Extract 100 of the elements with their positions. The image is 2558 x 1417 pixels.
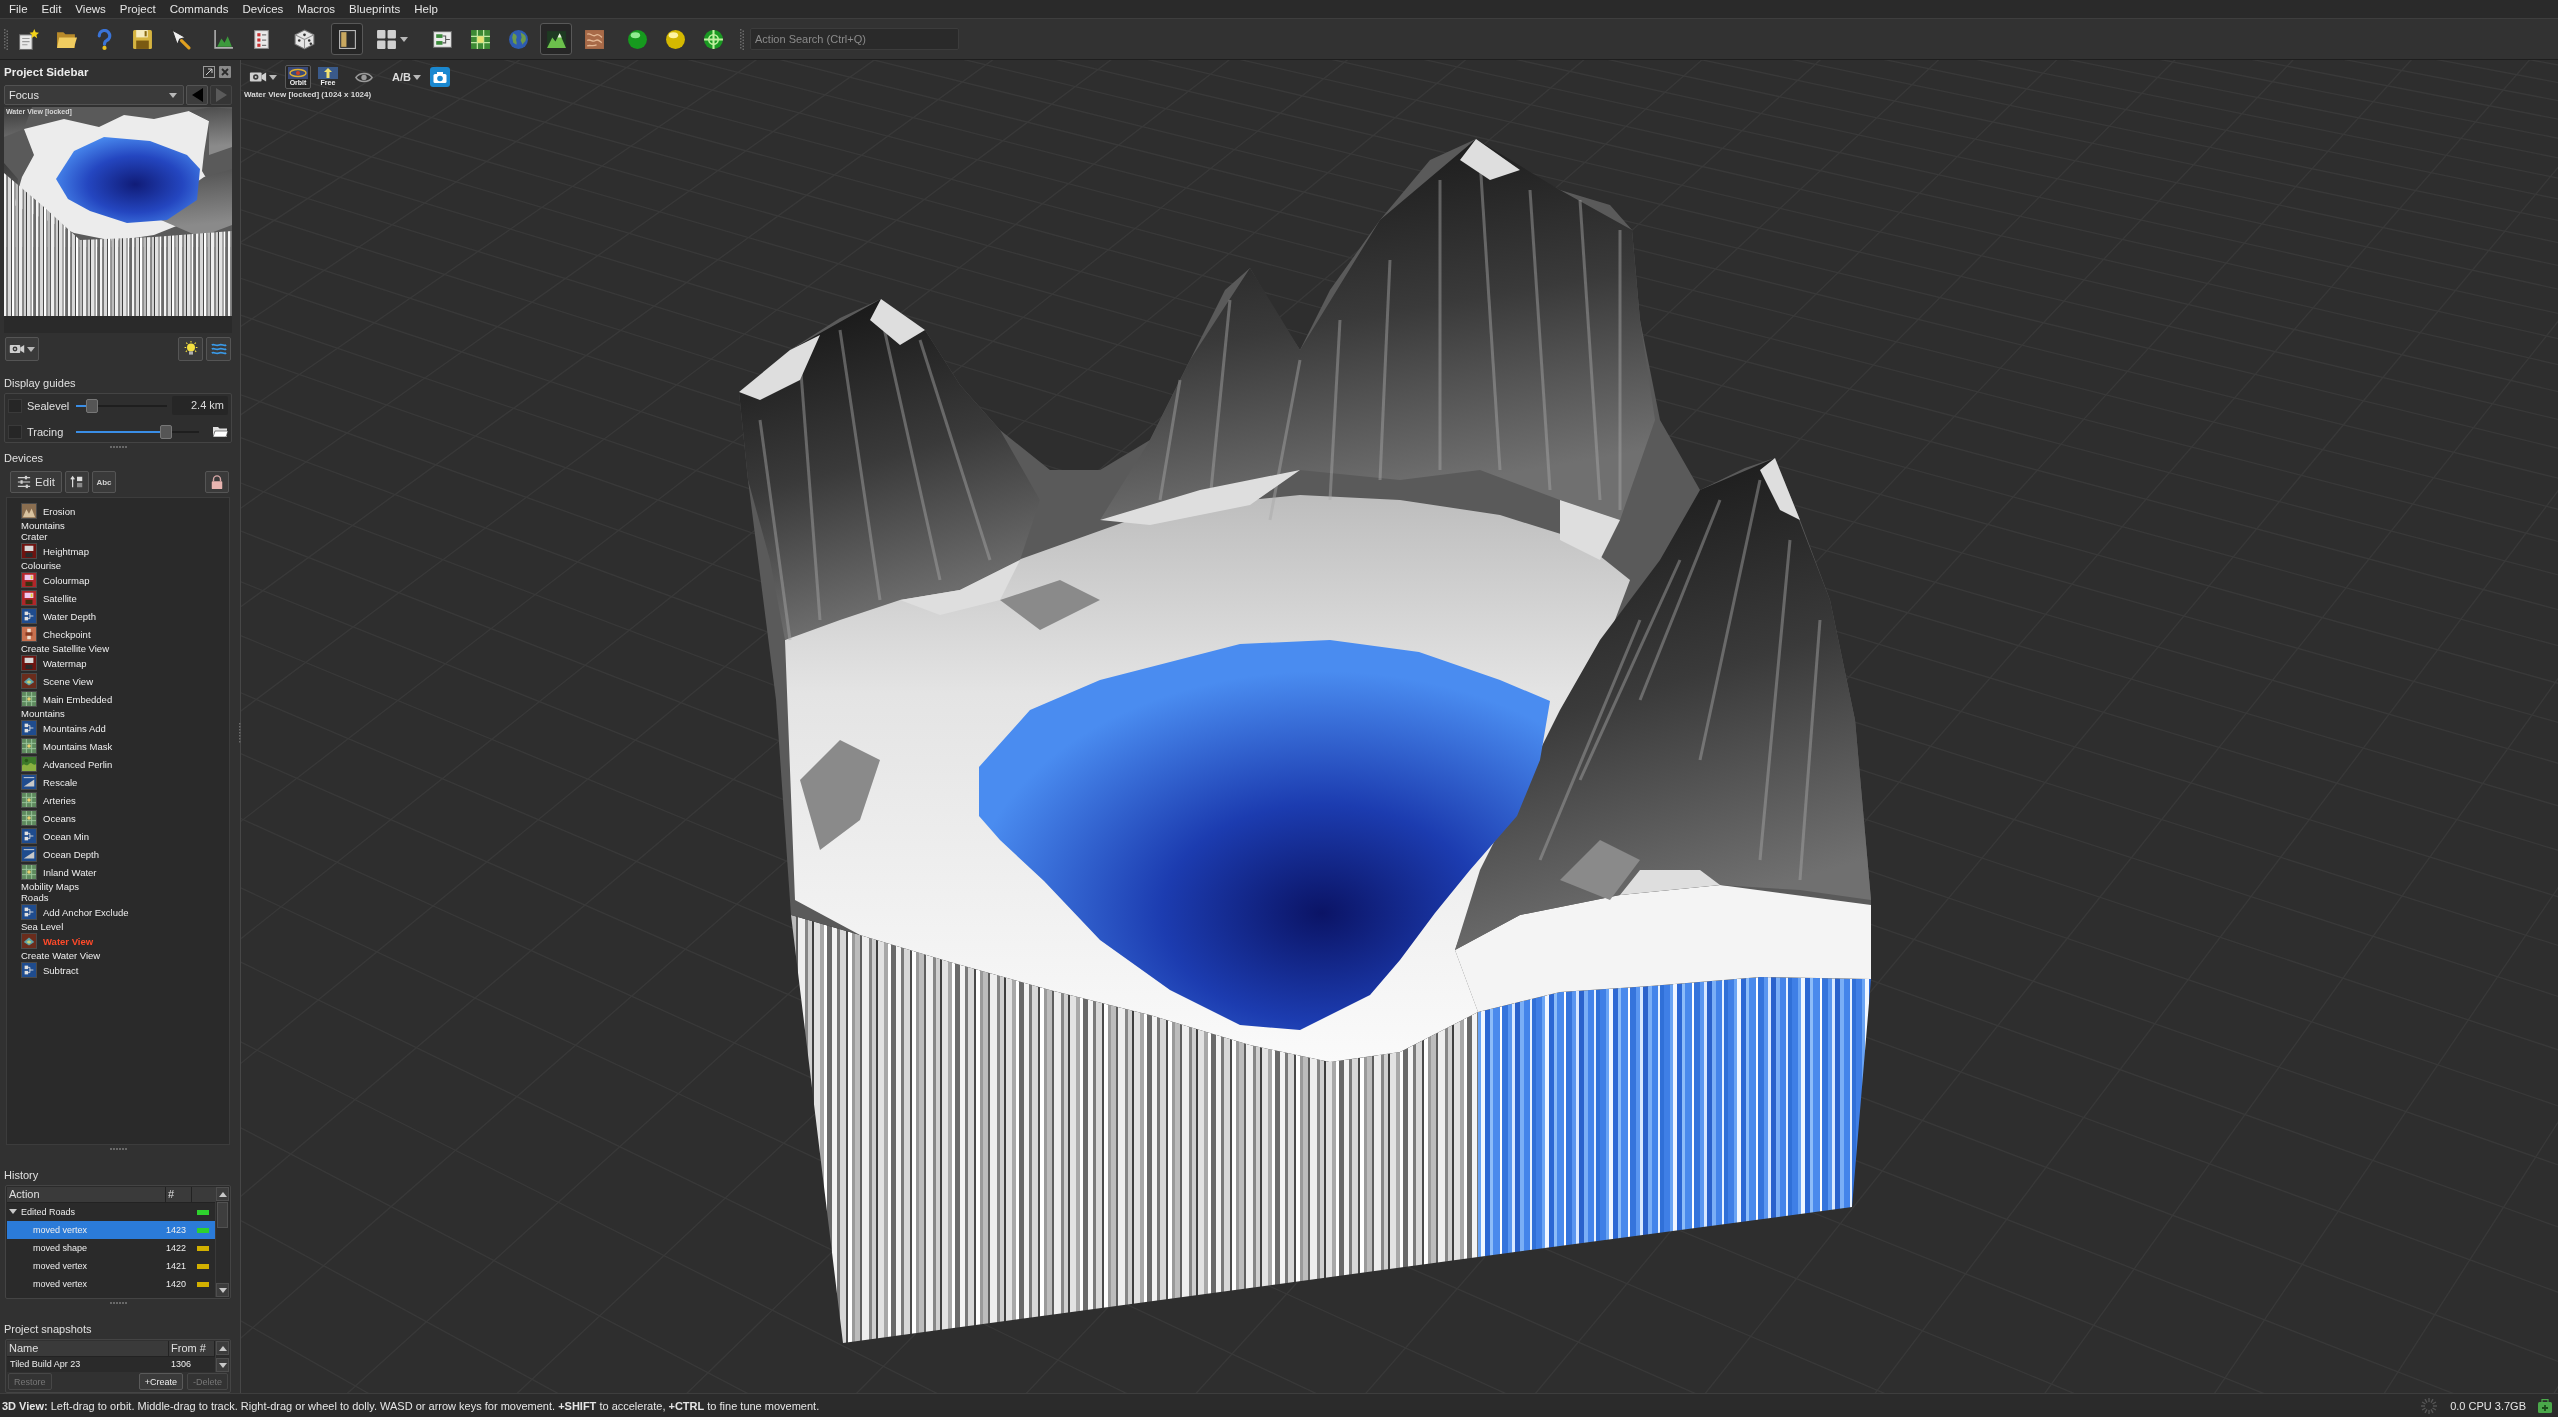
slider[interactable] [76, 424, 199, 439]
grip-icon[interactable] [740, 28, 744, 50]
mountain-tile-icon [21, 503, 37, 519]
caret-icon [269, 74, 277, 80]
new-document-icon [17, 28, 39, 50]
menu-item[interactable]: Views [68, 1, 113, 17]
menu-item[interactable]: Blueprints [342, 1, 408, 17]
section-title: Display guides [4, 376, 77, 391]
floppy-icon [21, 543, 37, 559]
menu-item[interactable]: Project [112, 1, 163, 17]
diamond-tile-icon [21, 933, 37, 949]
menu-item[interactable]: Macros [290, 1, 343, 17]
history-row[interactable]: Edited Roads [7, 1203, 215, 1221]
value-field[interactable]: 2.4 km [172, 396, 228, 415]
scroll-down-button[interactable] [216, 1283, 229, 1297]
device-item[interactable]: Water Depth [21, 607, 229, 625]
snapshot-button[interactable]: +Create [138, 1373, 183, 1390]
device-item[interactable]: Rescale [21, 773, 229, 791]
device-item[interactable]: Ocean Min [21, 827, 229, 845]
menu-item[interactable]: Devices [235, 1, 291, 17]
sort-button[interactable] [65, 471, 89, 493]
light-button[interactable] [178, 337, 203, 361]
up-arrow-icon [218, 1191, 227, 1197]
column-header[interactable]: # [166, 1187, 192, 1202]
device-item[interactable]: Main Embedded [21, 690, 229, 708]
device-item[interactable]: Checkpoint [21, 625, 229, 643]
grip-icon[interactable] [239, 723, 243, 744]
scroll-up-button[interactable] [216, 1187, 229, 1201]
menu-item[interactable]: File [2, 1, 35, 17]
slider[interactable] [76, 398, 167, 413]
grip-icon[interactable] [4, 28, 8, 50]
landscape-button[interactable] [540, 23, 572, 55]
caret-icon [27, 346, 35, 352]
history-row[interactable]: moved vertex 1421 [7, 1257, 215, 1275]
hills-icon [21, 756, 37, 772]
map-icon [21, 792, 37, 808]
first-aid-kit-icon[interactable] [2538, 1398, 2552, 1413]
waves-icon [210, 341, 227, 357]
camera-icon [429, 67, 450, 87]
history-row[interactable]: moved shape 1422 [7, 1239, 215, 1257]
snapshot-row[interactable]: Tiled Build Apr 23 1306 [7, 1357, 215, 1370]
device-item[interactable]: Subtract [21, 961, 229, 979]
history-row[interactable]: moved vertex 1423 [7, 1221, 215, 1239]
device-item[interactable]: Water View [21, 932, 229, 950]
focus-dropdown[interactable]: Focus [4, 85, 184, 105]
label-button[interactable]: Abc [92, 471, 116, 493]
device-item[interactable]: Ocean Depth [21, 845, 229, 863]
scroll-up-button[interactable] [216, 1341, 229, 1355]
device-item[interactable]: Arteries [21, 791, 229, 809]
edit-button[interactable]: Edit [10, 471, 62, 493]
floppy-icon [21, 590, 37, 606]
compare-button[interactable]: A/B [389, 65, 424, 89]
section-title: Devices [4, 451, 45, 465]
node-icon [21, 608, 37, 624]
action-search-field[interactable]: Action Search (Ctrl+Q) [750, 28, 959, 50]
guide-label: Tracing [27, 425, 65, 438]
scroll-down-button[interactable] [216, 1358, 229, 1372]
panel-toggle-button[interactable] [331, 23, 363, 55]
down-arrow-icon [218, 1362, 227, 1368]
open-folder-icon[interactable] [212, 425, 228, 438]
chart-icon [212, 28, 234, 50]
scrollbar[interactable] [215, 1341, 229, 1372]
device-item[interactable]: Heightmap [21, 542, 229, 560]
device-item[interactable]: Satellite [21, 589, 229, 607]
device-item[interactable]: Scene View [21, 672, 229, 690]
device-item[interactable]: Watermap [21, 654, 229, 672]
menu-item[interactable]: Help [407, 1, 445, 17]
camera-settings-button[interactable] [5, 337, 39, 361]
device-item[interactable]: Colourmap [21, 571, 229, 589]
device-item[interactable]: Oceans [21, 809, 229, 827]
device-item[interactable]: Advanced Perlin [21, 755, 229, 773]
device-item[interactable]: Erosion [21, 502, 229, 520]
scrollbar[interactable] [215, 1187, 229, 1297]
device-item[interactable]: Mountains Add [21, 719, 229, 737]
close-icon[interactable] [219, 66, 231, 78]
expand-arrow-icon[interactable] [9, 1208, 17, 1216]
column-header[interactable]: Action [7, 1187, 166, 1202]
history-row[interactable]: moved vertex 1420 [7, 1275, 215, 1293]
table-cell-text: 1420 [166, 1279, 188, 1289]
group-label: Create Water View [21, 950, 102, 961]
back-button[interactable] [186, 85, 208, 105]
slider-thumb[interactable] [86, 398, 99, 413]
device-item[interactable]: Inland Water [21, 863, 229, 881]
screenshot-button[interactable] [427, 65, 452, 89]
device-item[interactable]: Add Anchor Exclude [21, 903, 229, 921]
lock-button[interactable] [205, 471, 229, 493]
scroll-thumb[interactable] [217, 1202, 228, 1228]
device-item[interactable]: Mountains Mask [21, 737, 229, 755]
slider-thumb[interactable] [159, 424, 172, 439]
down-arrow-icon [218, 1287, 227, 1293]
menu-item[interactable]: Edit [34, 1, 69, 17]
group-label: Crater [21, 531, 49, 542]
sliders-icon [17, 475, 32, 489]
column-header[interactable]: Name [7, 1341, 169, 1356]
map-icon [21, 691, 37, 707]
node-icon [21, 904, 37, 920]
water-button[interactable] [206, 337, 231, 361]
group-label: Roads [21, 892, 50, 903]
pop-out-icon[interactable] [203, 66, 215, 78]
menu-item[interactable]: Commands [162, 1, 236, 17]
